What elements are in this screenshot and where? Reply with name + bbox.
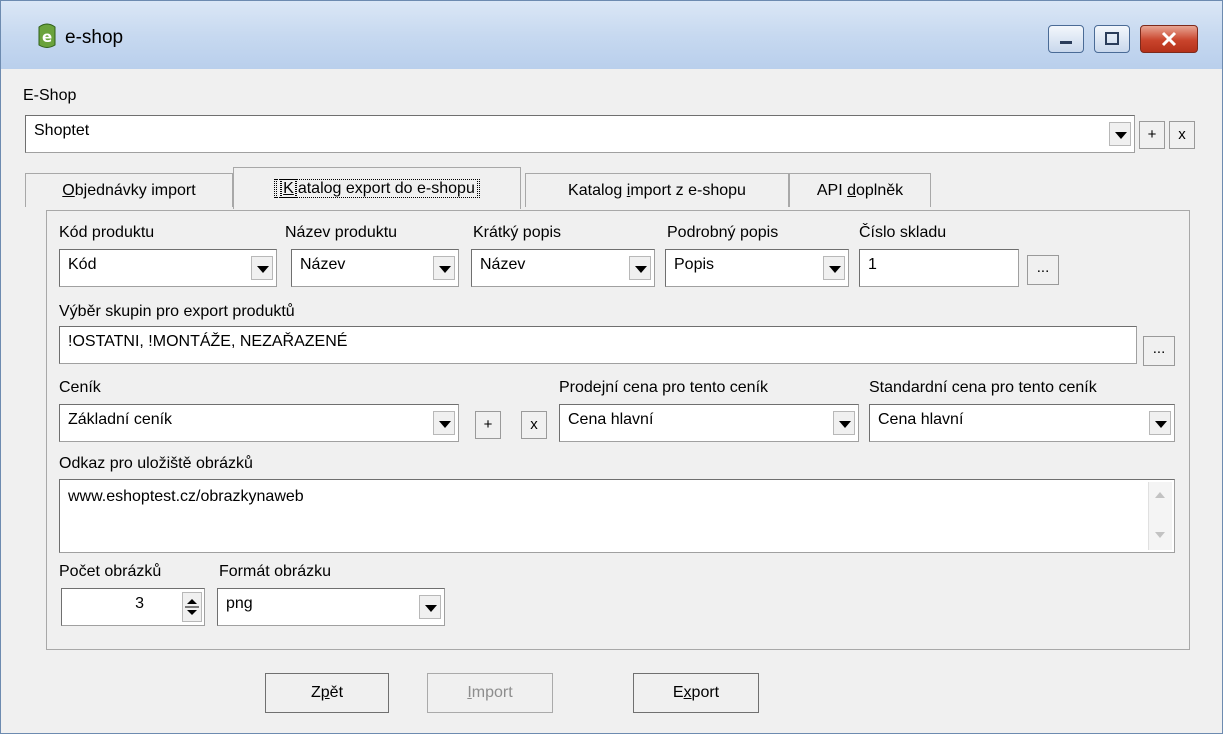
export-button[interactable]: Export (633, 673, 759, 713)
dialog-content: E-Shop Shoptet + x Objednávky import Kat… (21, 69, 1204, 725)
podrobny-popis-select[interactable]: Popis (665, 249, 849, 287)
maximize-button[interactable] (1094, 25, 1130, 53)
tab-katalog-import[interactable]: Katalog import z e-shopu (525, 173, 789, 207)
import-button[interactable]: Import (427, 673, 553, 713)
spin-up-down-icon[interactable] (183, 593, 201, 621)
standardni-cena-value: Cena hlavní (878, 411, 964, 428)
format-obrazku-label: Formát obrázku (219, 563, 332, 580)
chevron-down-icon[interactable] (823, 256, 845, 280)
app-window: e e-shop E-Shop Shoptet + x Objednávky i… (0, 0, 1223, 734)
cenik-add-button[interactable]: + (475, 411, 501, 439)
window-title: e-shop (65, 27, 124, 48)
eshop-value: Shoptet (34, 122, 90, 139)
tab-panel-katalog-export: Kód produktu Název produktu Krátký popis… (46, 210, 1190, 650)
cislo-skladu-input[interactable]: 1 (859, 249, 1019, 287)
chevron-down-icon[interactable] (1109, 122, 1131, 146)
chevron-down-icon[interactable] (419, 595, 441, 619)
kod-produktu-select[interactable]: Kód (59, 249, 277, 287)
nazev-produktu-label: Název produktu (285, 224, 398, 241)
tab-objednavky-import[interactable]: Objednávky import (25, 173, 233, 207)
prodejni-cena-select[interactable]: Cena hlavní (559, 404, 859, 442)
minimize-button[interactable] (1048, 25, 1084, 53)
format-obrazku-select[interactable]: png (217, 588, 445, 626)
skupiny-label: Výběr skupin pro export produktů (59, 303, 295, 320)
cislo-skladu-label: Číslo skladu (859, 224, 947, 241)
skupiny-input[interactable]: !OSTATNI, !MONTÁŽE, NEZAŘAZENÉ (59, 326, 1137, 364)
pocet-obrazku-value: 3 (135, 595, 144, 612)
kod-produktu-label: Kód produktu (59, 224, 155, 241)
eshop-remove-button[interactable]: x (1169, 121, 1195, 149)
maximize-icon (1105, 32, 1119, 45)
nazev-produktu-select[interactable]: Název (291, 249, 459, 287)
close-button[interactable] (1140, 25, 1198, 53)
chevron-down-icon[interactable] (251, 256, 273, 280)
pocet-obrazku-label: Počet obrázků (59, 563, 162, 580)
odkaz-scrollbar[interactable] (1148, 482, 1172, 550)
cenik-select[interactable]: Základní ceník (59, 404, 459, 442)
prodejni-cena-value: Cena hlavní (568, 411, 654, 428)
pocet-obrazku-stepper[interactable] (182, 592, 202, 622)
title-bar[interactable]: e e-shop (1, 1, 1222, 69)
kod-produktu-value: Kód (68, 256, 97, 273)
eshop-select[interactable]: Shoptet (25, 115, 1135, 153)
close-icon (1161, 31, 1177, 47)
skupiny-value: !OSTATNI, !MONTÁŽE, NEZAŘAZENÉ (68, 333, 348, 350)
cenik-value: Základní ceník (68, 411, 173, 428)
app-icon: e (38, 23, 56, 48)
zpet-button[interactable]: Zpět (265, 673, 389, 713)
odkaz-textarea[interactable]: www.eshoptest.cz/obrazkynaweb (59, 479, 1175, 553)
eshop-add-button[interactable]: + (1139, 121, 1165, 149)
cenik-remove-button[interactable]: x (521, 411, 547, 439)
cislo-skladu-browse-button[interactable]: ... (1027, 255, 1059, 285)
chevron-down-icon[interactable] (629, 256, 651, 280)
odkaz-label: Odkaz pro uložiště obrázků (59, 455, 253, 472)
tab-katalog-export[interactable]: Katalog export do e-shopu (233, 167, 521, 209)
cenik-label: Ceník (59, 379, 101, 396)
eshop-label: E-Shop (23, 87, 77, 104)
skupiny-browse-button[interactable]: ... (1143, 336, 1175, 366)
scroll-up-icon[interactable] (1152, 488, 1168, 502)
svg-text:e: e (42, 28, 52, 46)
podrobny-popis-value: Popis (674, 256, 715, 273)
nazev-produktu-value: Název (300, 256, 346, 273)
podrobny-popis-label: Podrobný popis (667, 224, 779, 241)
scroll-down-icon[interactable] (1152, 528, 1168, 542)
chevron-down-icon[interactable] (1149, 411, 1171, 435)
kratky-popis-value: Název (480, 256, 526, 273)
odkaz-value: www.eshoptest.cz/obrazkynaweb (68, 488, 304, 505)
kratky-popis-label: Krátký popis (473, 224, 562, 241)
prodejni-cena-label: Prodejní cena pro tento ceník (559, 379, 769, 396)
cislo-skladu-value: 1 (868, 256, 877, 273)
minimize-icon (1060, 41, 1072, 44)
pocet-obrazku-spinner[interactable]: 3 (61, 588, 205, 626)
standardni-cena-label: Standardní cena pro tento ceník (869, 379, 1097, 396)
chevron-down-icon[interactable] (833, 411, 855, 435)
chevron-down-icon[interactable] (433, 256, 455, 280)
chevron-down-icon[interactable] (433, 411, 455, 435)
tab-api-doplnek[interactable]: API doplněk (789, 173, 931, 207)
format-obrazku-value: png (226, 595, 253, 612)
standardni-cena-select[interactable]: Cena hlavní (869, 404, 1175, 442)
kratky-popis-select[interactable]: Název (471, 249, 655, 287)
